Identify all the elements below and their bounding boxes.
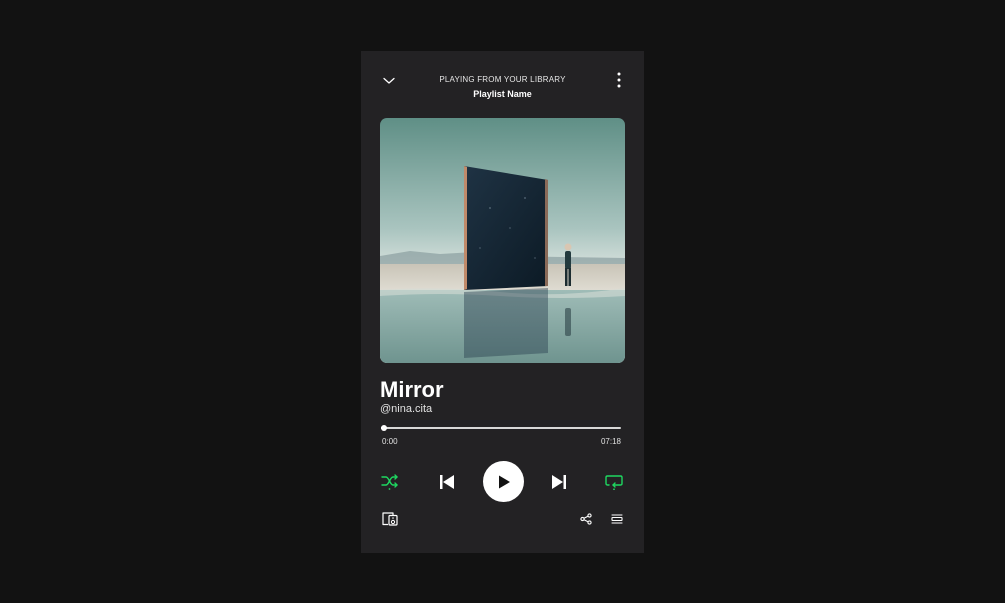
total-time: 07:18 — [600, 437, 621, 446]
skip-next-icon — [552, 475, 566, 489]
connect-devices-icon — [382, 512, 398, 526]
playlist-name[interactable]: Playlist Name — [401, 88, 604, 100]
shuffle-button[interactable] — [380, 472, 400, 492]
more-options-button[interactable] — [610, 70, 628, 90]
more-vertical-icon — [617, 72, 621, 88]
shuffle-icon — [381, 474, 398, 490]
chevron-down-icon — [383, 77, 395, 84]
elapsed-time: 0:00 — [382, 437, 398, 446]
repeat-button[interactable] — [604, 472, 624, 492]
queue-button[interactable] — [610, 512, 624, 526]
skip-previous-icon — [440, 475, 454, 489]
share-icon — [580, 513, 592, 525]
play-button[interactable] — [483, 461, 524, 502]
playing-from-label: PLAYING FROM YOUR LIBRARY — [439, 75, 566, 84]
progress-thumb[interactable] — [381, 425, 387, 431]
progress-track — [381, 427, 621, 429]
connect-devices-button[interactable] — [381, 511, 399, 527]
repeat-icon — [605, 475, 623, 490]
now-playing-screen: PLAYING FROM YOUR LIBRARY Playlist Name — [361, 51, 644, 553]
progress-bar[interactable] — [381, 423, 621, 433]
previous-button[interactable] — [437, 472, 457, 492]
now-playing-header: PLAYING FROM YOUR LIBRARY Playlist Name — [401, 75, 604, 100]
next-button[interactable] — [549, 472, 569, 492]
track-title[interactable]: Mirror — [380, 376, 444, 404]
album-artwork — [380, 118, 625, 363]
play-icon — [498, 475, 510, 488]
track-artist[interactable]: @nina.cita — [380, 402, 432, 416]
collapse-button[interactable] — [380, 72, 398, 90]
share-button[interactable] — [579, 512, 593, 526]
queue-icon — [611, 514, 623, 524]
